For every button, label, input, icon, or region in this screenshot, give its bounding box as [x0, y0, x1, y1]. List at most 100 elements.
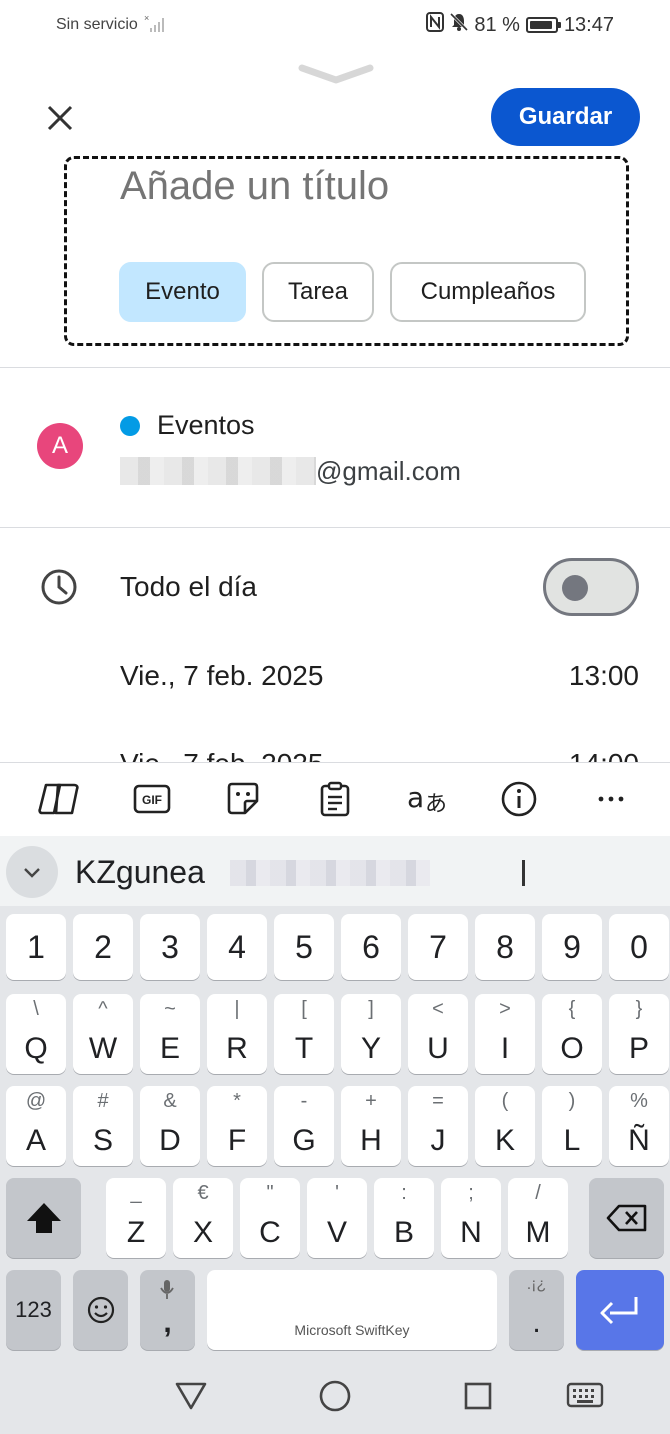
key-hint: ) — [568, 1090, 576, 1112]
home-icon[interactable] — [315, 1378, 355, 1414]
key-3[interactable]: 3 — [140, 914, 200, 980]
suggestion-word[interactable]: KZgunea — [75, 854, 205, 891]
key-hint: { — [568, 998, 576, 1020]
key-label: X — [192, 1216, 213, 1249]
key-hint: / — [535, 1182, 541, 1204]
key-4[interactable]: 4 — [207, 914, 267, 980]
shift-key[interactable] — [6, 1178, 81, 1258]
title-input[interactable] — [120, 160, 620, 212]
key-b[interactable]: :B — [374, 1178, 434, 1258]
key-p[interactable]: } P — [609, 994, 669, 1074]
key-d[interactable]: & D — [140, 1086, 200, 1166]
symbols-key[interactable]: 123 — [6, 1270, 61, 1350]
copilot-icon[interactable] — [37, 780, 81, 818]
battery-percent: 81 % — [474, 13, 520, 36]
key-9[interactable]: 9 — [542, 914, 602, 980]
bell-muted-icon — [450, 12, 469, 38]
space-key[interactable]: Microsoft SwiftKey — [207, 1270, 497, 1350]
key-j[interactable]: = J — [408, 1086, 468, 1166]
key-a[interactable]: @ A — [6, 1086, 66, 1166]
gif-icon[interactable]: GIF — [130, 780, 174, 818]
all-day-toggle[interactable] — [543, 558, 639, 616]
backspace-key[interactable] — [589, 1178, 664, 1258]
key-label: M — [525, 1216, 551, 1249]
key-label: U — [427, 1032, 449, 1065]
key-l[interactable]: ) L — [542, 1086, 602, 1166]
key-i[interactable]: > I — [475, 994, 535, 1074]
key-y[interactable]: ] Y — [341, 994, 401, 1074]
key-label: R — [226, 1032, 248, 1065]
close-icon — [47, 105, 73, 131]
key-hint: : — [401, 1182, 407, 1204]
more-icon[interactable] — [589, 780, 633, 818]
backspace-icon — [606, 1204, 646, 1232]
key-k[interactable]: (K — [475, 1086, 535, 1166]
key-h[interactable]: + H — [341, 1086, 401, 1166]
key-f[interactable]: * F — [207, 1086, 267, 1166]
svg-text:a: a — [407, 781, 424, 814]
divider — [0, 367, 670, 368]
chip-evento[interactable]: Evento — [119, 262, 246, 322]
chip-tarea[interactable]: Tarea — [262, 262, 374, 322]
chip-cumpleanos[interactable]: Cumpleaños — [390, 262, 586, 322]
key-z[interactable]: _ Z — [106, 1178, 166, 1258]
key-n[interactable]: ; N — [441, 1178, 501, 1258]
key-g[interactable]: -G — [274, 1086, 334, 1166]
key-1[interactable]: 1 — [6, 914, 66, 980]
key-label: N — [460, 1216, 482, 1249]
sheet-handle-icon[interactable] — [298, 62, 374, 91]
comma-key[interactable]: , — [140, 1270, 195, 1350]
key-hint: % — [630, 1090, 648, 1112]
emoji-key[interactable] — [73, 1270, 128, 1350]
key-m[interactable]: / M — [508, 1178, 568, 1258]
key-e[interactable]: ~ E — [140, 994, 200, 1074]
svg-text:×: × — [144, 14, 149, 23]
keyboard-switch-icon[interactable] — [565, 1378, 605, 1414]
info-icon[interactable] — [497, 780, 541, 818]
key-s[interactable]: # S — [73, 1086, 133, 1166]
key-c[interactable]: " C — [240, 1178, 300, 1258]
key-hint: - — [300, 1090, 308, 1112]
recents-icon[interactable] — [458, 1378, 498, 1414]
key-2[interactable]: 2 — [73, 914, 133, 980]
key-label: Z — [126, 1216, 146, 1249]
key-u[interactable]: < U — [408, 994, 468, 1074]
email-redacted — [120, 457, 316, 485]
key-0[interactable]: 0 — [609, 914, 669, 980]
key-7[interactable]: 7 — [408, 914, 468, 980]
key-ñ[interactable]: % Ñ — [609, 1086, 669, 1166]
key-hint: * — [233, 1090, 241, 1112]
divider — [0, 527, 670, 528]
key-6[interactable]: 6 — [341, 914, 401, 980]
key-label: W — [88, 1032, 118, 1065]
start-time[interactable]: 13:00 — [569, 660, 639, 692]
close-button[interactable] — [40, 98, 80, 138]
enter-key[interactable] — [576, 1270, 664, 1350]
calendar-name[interactable]: Eventos — [157, 410, 255, 441]
avatar[interactable]: A — [37, 423, 83, 469]
key-label: F — [227, 1124, 247, 1157]
key-x[interactable]: € X — [173, 1178, 233, 1258]
clipboard-icon[interactable] — [313, 780, 357, 818]
key-r[interactable]: | R — [207, 994, 267, 1074]
key-hint: \ — [33, 998, 39, 1020]
key-v[interactable]: ' V — [307, 1178, 367, 1258]
save-button[interactable]: Guardar — [491, 88, 640, 146]
back-icon[interactable] — [171, 1378, 211, 1414]
key-t[interactable]: [T — [274, 994, 334, 1074]
key-label: , — [163, 1306, 172, 1339]
collapse-keyboard-button[interactable] — [6, 846, 58, 898]
sticker-icon[interactable] — [221, 780, 265, 818]
start-date[interactable]: Vie., 7 feb. 2025 — [120, 660, 323, 692]
key-8[interactable]: 8 — [475, 914, 535, 980]
key-w[interactable]: ^ W — [73, 994, 133, 1074]
key-label: E — [159, 1032, 180, 1065]
period-key[interactable]: .¡¿. — [509, 1270, 564, 1350]
key-label: K — [494, 1124, 515, 1157]
key-label: D — [159, 1124, 181, 1157]
key-o[interactable]: {O — [542, 994, 602, 1074]
translate-icon[interactable]: aあ — [405, 780, 449, 818]
key-hint: < — [432, 998, 444, 1020]
key-5[interactable]: 5 — [274, 914, 334, 980]
key-q[interactable]: \ Q — [6, 994, 66, 1074]
